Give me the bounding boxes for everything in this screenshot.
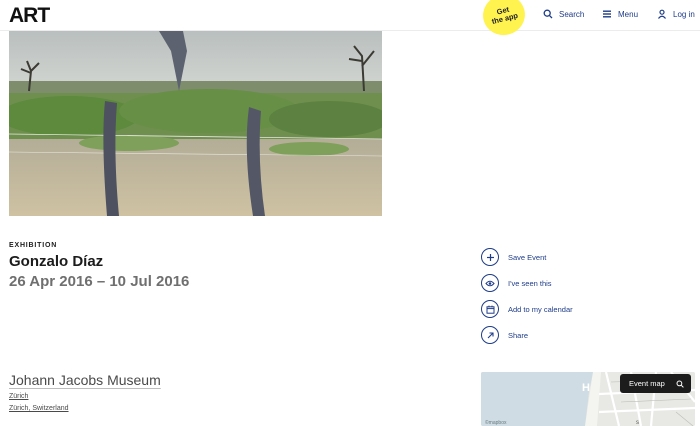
svg-text:H: H	[582, 382, 590, 394]
share-arrow-icon	[487, 331, 494, 338]
eye-icon	[485, 280, 495, 286]
search-icon	[543, 9, 553, 19]
nav-login-label: Log in	[673, 9, 695, 19]
event-title: Gonzalo Díaz	[9, 253, 104, 270]
landscape-photo	[9, 31, 382, 216]
nav-menu[interactable]: Menu	[602, 9, 638, 19]
event-dates: 26 Apr 2016 – 10 Jul 2016	[9, 273, 190, 290]
nav-search[interactable]: Search	[543, 9, 584, 19]
add-to-calendar-label: Add to my calendar	[508, 304, 573, 314]
venue-name-link[interactable]: Johann Jacobs Museum	[9, 372, 161, 388]
plus-icon	[486, 253, 494, 261]
add-to-calendar-button[interactable]: Add to my calendar	[481, 300, 573, 318]
seen-this-label: I've seen this	[508, 278, 552, 288]
menu-icon	[603, 10, 611, 18]
nav-login[interactable]: Log in	[657, 9, 695, 19]
share-label: Share	[508, 330, 529, 340]
site-header: ART Get the app Search Menu Log in	[0, 0, 700, 40]
save-event-button[interactable]: Save Event	[481, 248, 573, 266]
user-icon	[658, 9, 666, 19]
event-type: EXHIBITION	[9, 242, 58, 249]
nav-search-label: Search	[559, 9, 585, 19]
logo[interactable]: ART	[9, 5, 50, 26]
event-map-label: Event map	[629, 379, 665, 388]
event-map[interactable]: H s ©mapbox Event map	[481, 372, 695, 426]
nav-menu-label: Menu	[618, 9, 639, 19]
get-the-app-badge[interactable]: Get the app	[478, 0, 530, 40]
share-button[interactable]: Share	[481, 326, 573, 344]
svg-text:s: s	[636, 420, 639, 426]
map-attribution: ©mapbox	[485, 420, 507, 426]
seen-this-button[interactable]: I've seen this	[481, 274, 573, 292]
event-actions: Save Event I've seen this Add to my cale…	[481, 248, 573, 352]
event-map-button[interactable]: Event map	[620, 374, 691, 393]
event-hero-image	[9, 31, 382, 216]
calendar-icon	[486, 305, 494, 314]
search-icon	[676, 380, 684, 388]
venue-city-link[interactable]: Zürich	[9, 393, 28, 400]
save-event-label: Save Event	[508, 252, 547, 262]
get-the-app-label: Get the app	[490, 4, 519, 26]
venue-city-country-link[interactable]: Zürich, Switzerland	[9, 405, 69, 412]
